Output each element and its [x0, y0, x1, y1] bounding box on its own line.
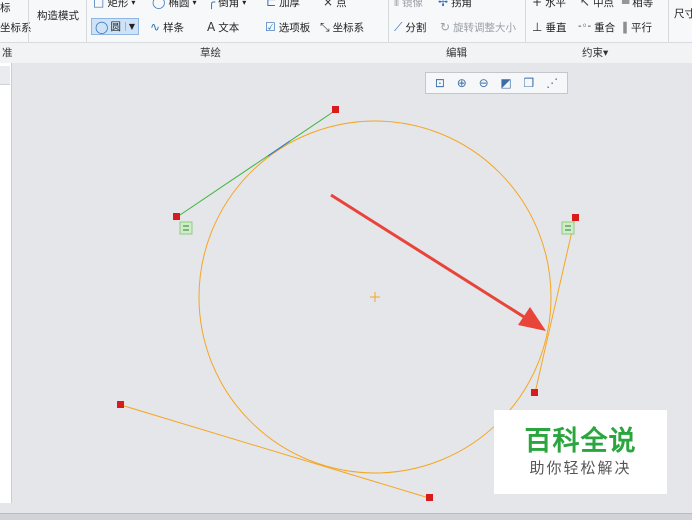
- equal-constraint-badge[interactable]: [179, 221, 193, 235]
- tangent-line-right[interactable]: [534, 217, 576, 394]
- tangent-line-green[interactable]: [176, 109, 337, 218]
- tangent-line-bottom[interactable]: [120, 404, 430, 499]
- watermark-title: 百科全说: [524, 426, 637, 457]
- tangent-segment-highlight: [267, 140, 291, 157]
- endpoint-marker[interactable]: [426, 494, 433, 501]
- endpoint-marker[interactable]: [117, 401, 124, 408]
- annotation-arrow: [330, 193, 533, 324]
- endpoint-marker[interactable]: [173, 213, 180, 220]
- endpoint-marker[interactable]: [572, 214, 579, 221]
- endpoint-marker[interactable]: [332, 106, 339, 113]
- arrow-head-icon: [518, 307, 546, 331]
- watermark-subtitle: 助你轻松解决: [529, 459, 632, 477]
- endpoint-marker[interactable]: [531, 389, 538, 396]
- watermark: 百科全说 助你轻松解决: [494, 410, 667, 494]
- equal-constraint-badge[interactable]: [561, 221, 575, 235]
